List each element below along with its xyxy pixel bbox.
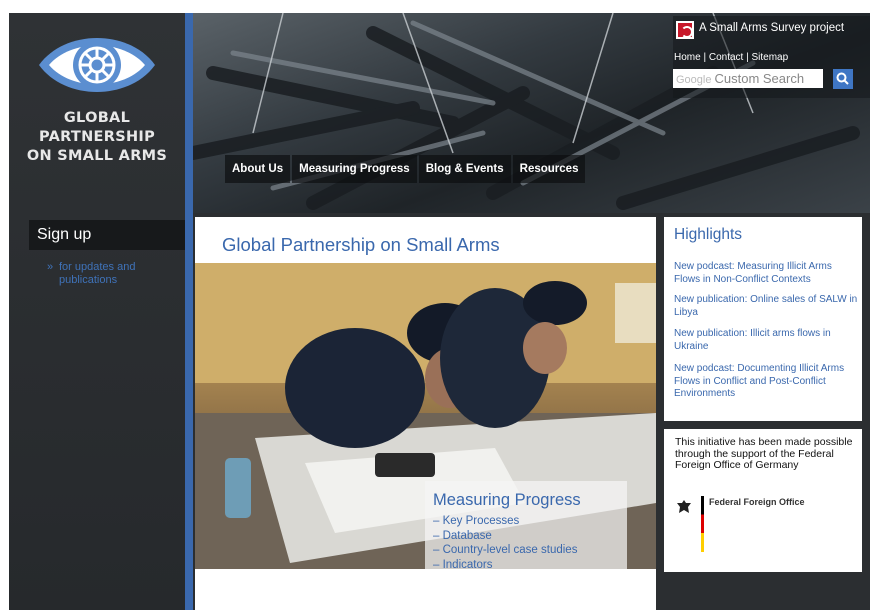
sidebar: GLOBAL PARTNERSHIP ON SMALL ARMS Sign up…: [9, 13, 185, 610]
nav-measuring-progress[interactable]: Measuring Progress: [292, 155, 417, 183]
feature-link-database[interactable]: – Database: [433, 529, 619, 544]
nav-blog-events[interactable]: Blog & Events: [418, 155, 511, 183]
main-nav: About Us Measuring Progress Blog & Event…: [225, 155, 587, 183]
link-separator: |: [700, 52, 709, 63]
main-content: Global Partnership on Small Arms Measuri…: [195, 217, 656, 610]
highlight-link[interactable]: New publication: Online sales of SALW in…: [674, 294, 858, 319]
search-input[interactable]: Google Custom Search: [673, 69, 823, 88]
page-title: Global Partnership on Small Arms: [222, 234, 500, 255]
feature-link-key-processes[interactable]: – Key Processes: [433, 514, 619, 529]
officers-photo: Measuring Progress – Key Processes – Dat…: [195, 263, 656, 569]
feature-link-indicators[interactable]: – Indicators: [433, 558, 619, 570]
gpsa-eye-logo-icon[interactable]: [35, 27, 159, 103]
sitemap-link[interactable]: Sitemap: [751, 52, 788, 63]
signup-link[interactable]: for updates and publications: [47, 261, 177, 287]
brand-name: GLOBAL PARTNERSHIP ON SMALL ARMS: [9, 109, 185, 166]
highlight-link[interactable]: New publication: Illicit arms flows in U…: [674, 328, 858, 353]
brand-line-2: PARTNERSHIP: [38, 129, 156, 145]
blue-divider: [185, 13, 193, 610]
search-icon: [836, 72, 849, 85]
page: GLOBAL PARTNERSHIP ON SMALL ARMS Sign up…: [9, 13, 870, 610]
google-label: Google: [676, 74, 712, 86]
highlights-panel: Highlights New podcast: Measuring Illici…: [664, 217, 862, 421]
top-links: Home | Contact | Sitemap: [674, 52, 788, 63]
feature-link-case-studies[interactable]: – Country-level case studies: [433, 543, 619, 558]
search-placeholder: Custom Search: [714, 71, 805, 86]
search-button[interactable]: [833, 69, 853, 89]
feature-panel: Measuring Progress – Key Processes – Dat…: [425, 481, 627, 569]
nav-resources[interactable]: Resources: [512, 155, 586, 183]
german-flag-icon: [701, 496, 704, 552]
small-arms-survey-logo-icon[interactable]: [676, 21, 694, 39]
brand-line-3: ON SMALL ARMS: [26, 148, 168, 164]
nav-about-us[interactable]: About Us: [225, 155, 291, 183]
home-link[interactable]: Home: [674, 52, 701, 63]
highlight-link[interactable]: New podcast: Documenting Illicit Arms Fl…: [674, 363, 858, 401]
federal-foreign-office-label[interactable]: Federal Foreign Office: [709, 497, 805, 507]
german-eagle-icon: [677, 500, 691, 513]
support-panel: This initiative has been made possible t…: [664, 429, 862, 572]
feature-title[interactable]: Measuring Progress: [433, 491, 619, 510]
highlight-link[interactable]: New podcast: Measuring Illicit Arms Flow…: [674, 261, 858, 286]
brand-line-1: GLOBAL: [63, 110, 131, 126]
support-text: This initiative has been made possible t…: [675, 436, 853, 471]
contact-link[interactable]: Contact: [709, 52, 743, 63]
signup-heading: Sign up: [29, 220, 185, 250]
project-label[interactable]: A Small Arms Survey project: [699, 22, 844, 34]
highlights-title: Highlights: [674, 226, 743, 243]
